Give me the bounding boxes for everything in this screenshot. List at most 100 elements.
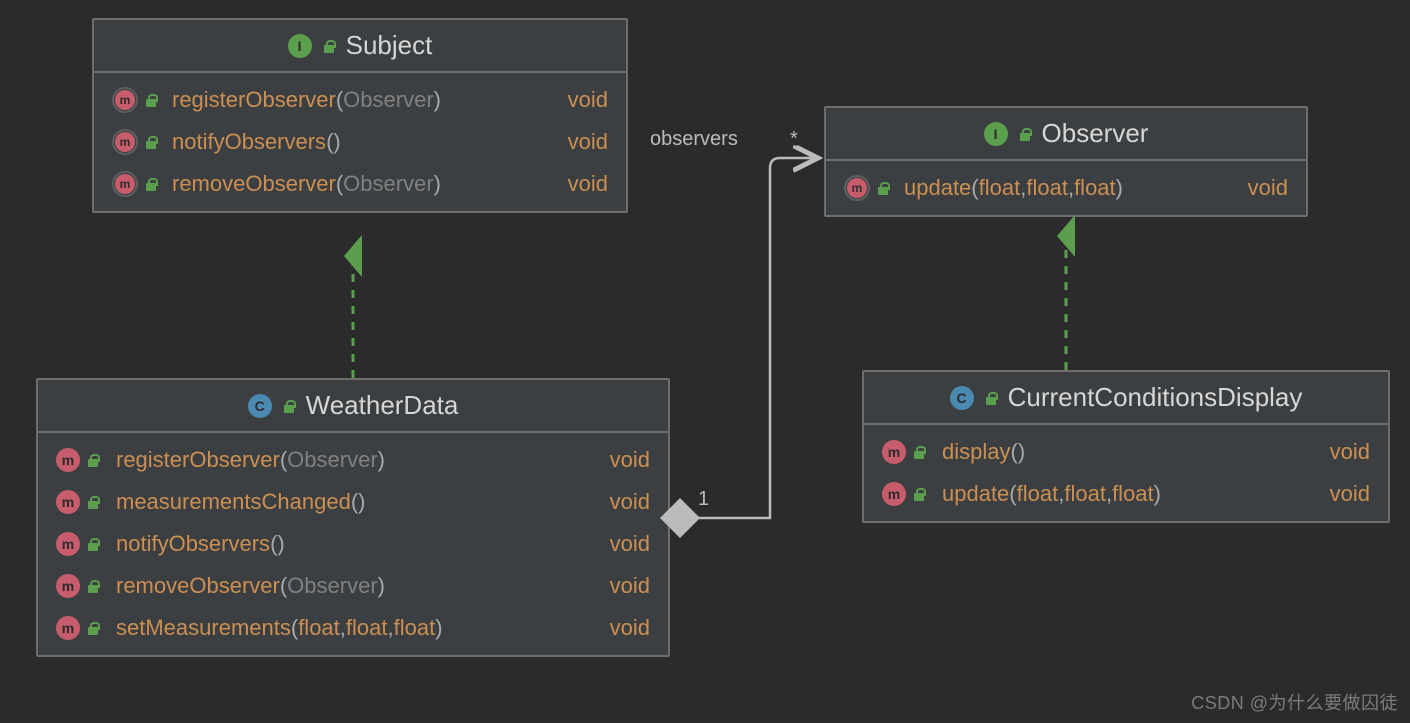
association-target-multiplicity: * xyxy=(790,128,798,151)
lock-open-icon xyxy=(144,177,158,191)
method-name: notifyObservers xyxy=(172,129,326,155)
lock-open-icon xyxy=(282,399,296,413)
uml-title-currentconditions: C CurrentConditionsDisplay xyxy=(864,372,1388,425)
abstract-ring-icon: m xyxy=(844,175,870,201)
paren-close-icon: ) xyxy=(1116,175,1123,201)
class-icon: C xyxy=(950,386,974,410)
lock-open-icon xyxy=(86,537,100,551)
paren-open-icon: ( xyxy=(280,573,287,599)
param-type: float xyxy=(298,615,340,641)
method-name: display xyxy=(942,439,1010,465)
method-icon: m xyxy=(882,482,906,506)
paren-close-icon: ) xyxy=(434,171,441,197)
class-name: CurrentConditionsDisplay xyxy=(1008,382,1303,413)
method-icon-stack: m xyxy=(112,129,164,155)
method-name: registerObserver xyxy=(172,87,336,113)
method-name: update xyxy=(942,481,1009,507)
lock-open-icon xyxy=(912,487,926,501)
lock-open-icon xyxy=(322,39,336,53)
paren-open-icon: ( xyxy=(326,129,333,155)
class-name: Subject xyxy=(346,30,433,61)
lock-open-icon xyxy=(86,579,100,593)
class-name: Observer xyxy=(1042,118,1149,149)
method-icon-stack: m xyxy=(882,440,934,464)
paren-open-icon: ( xyxy=(1009,481,1016,507)
return-type: void xyxy=(1314,439,1370,465)
method-row: m removeObserver(Observer) void xyxy=(38,565,668,607)
paren-open-icon: ( xyxy=(280,447,287,473)
method-icon-stack: m xyxy=(112,87,164,113)
uml-title-weatherdata: C WeatherData xyxy=(38,380,668,433)
paren-close-icon: ) xyxy=(358,489,365,515)
method-row: mupdate(float, float, float)void xyxy=(864,473,1388,515)
method-icon-stack: m xyxy=(882,482,934,506)
method-signature: removeObserver(Observer) xyxy=(116,573,586,599)
paren-open-icon: ( xyxy=(336,87,343,113)
paren-open-icon: ( xyxy=(270,531,277,557)
method-icon: m xyxy=(56,574,80,598)
paren-open-icon: ( xyxy=(1010,439,1017,465)
method-icon-stack: m xyxy=(844,175,896,201)
method-icon-stack: m xyxy=(56,532,108,556)
method-row: mnotifyObservers()void xyxy=(94,121,626,163)
param-type: float xyxy=(346,615,388,641)
lock-open-icon xyxy=(86,621,100,635)
paren-open-icon: ( xyxy=(291,615,298,641)
method-row: mdisplay()void xyxy=(864,431,1388,473)
method-row: m registerObserver(Observer) void xyxy=(38,439,668,481)
method-signature: update(float, float, float) xyxy=(904,175,1224,201)
method-name: registerObserver xyxy=(116,447,280,473)
paren-open-icon: ( xyxy=(971,175,978,201)
param-type: float xyxy=(1112,481,1154,507)
method-name: setMeasurements xyxy=(116,615,291,641)
lock-open-icon xyxy=(876,181,890,195)
lock-open-icon xyxy=(86,495,100,509)
return-type: void xyxy=(552,171,608,197)
method-row: mremoveObserver(Observer)void xyxy=(94,163,626,205)
method-name: removeObserver xyxy=(172,171,336,197)
lock-open-icon xyxy=(86,453,100,467)
return-type: void xyxy=(1232,175,1288,201)
uml-methods-observer: m update(float, float, float) void xyxy=(826,161,1306,215)
paren-open-icon: ( xyxy=(351,489,358,515)
method-icon-stack: m xyxy=(56,574,108,598)
method-row: m registerObserver(Observer) void xyxy=(94,79,626,121)
method-name: removeObserver xyxy=(116,573,280,599)
return-type: void xyxy=(594,573,650,599)
paren-close-icon: ) xyxy=(435,615,442,641)
method-row: m setMeasurements(float, float, float) voi… xyxy=(38,607,668,649)
param-type: float xyxy=(979,175,1021,201)
uml-box-weatherdata: C WeatherData m registerObserver(Observer… xyxy=(36,378,670,657)
method-signature: setMeasurements(float, float, float) xyxy=(116,615,586,641)
method-icon: m xyxy=(56,616,80,640)
uml-methods-currentconditions: mdisplay()voidmupdate(float, float, floa… xyxy=(864,425,1388,521)
return-type: void xyxy=(594,531,650,557)
method-signature: registerObserver(Observer) xyxy=(116,447,586,473)
return-type: void xyxy=(594,615,650,641)
abstract-ring-icon: m xyxy=(112,129,138,155)
param-type: float xyxy=(1074,175,1116,201)
lock-open-icon xyxy=(984,391,998,405)
param-type: float xyxy=(394,615,436,641)
paren-close-icon: ) xyxy=(378,573,385,599)
edge-association-observers xyxy=(680,158,818,518)
class-name: WeatherData xyxy=(306,390,459,421)
uml-methods-subject: m registerObserver(Observer) void m notifyOb… xyxy=(94,73,626,211)
method-icon: m xyxy=(56,490,80,514)
paren-close-icon: ) xyxy=(1154,481,1161,507)
method-icon: m xyxy=(56,448,80,472)
abstract-ring-icon: m xyxy=(112,171,138,197)
return-type: void xyxy=(552,87,608,113)
lock-open-icon xyxy=(912,445,926,459)
paren-close-icon: ) xyxy=(378,447,385,473)
method-name: measurementsChanged xyxy=(116,489,351,515)
return-type: void xyxy=(594,447,650,473)
method-name: notifyObservers xyxy=(116,531,270,557)
param-type: float xyxy=(1064,481,1106,507)
method-name: update xyxy=(904,175,971,201)
method-signature: update(float, float, float) xyxy=(942,481,1306,507)
method-signature: notifyObservers() xyxy=(172,129,544,155)
method-signature: registerObserver(Observer) xyxy=(172,87,544,113)
paren-open-icon: ( xyxy=(336,171,343,197)
param-type: float xyxy=(1017,481,1059,507)
